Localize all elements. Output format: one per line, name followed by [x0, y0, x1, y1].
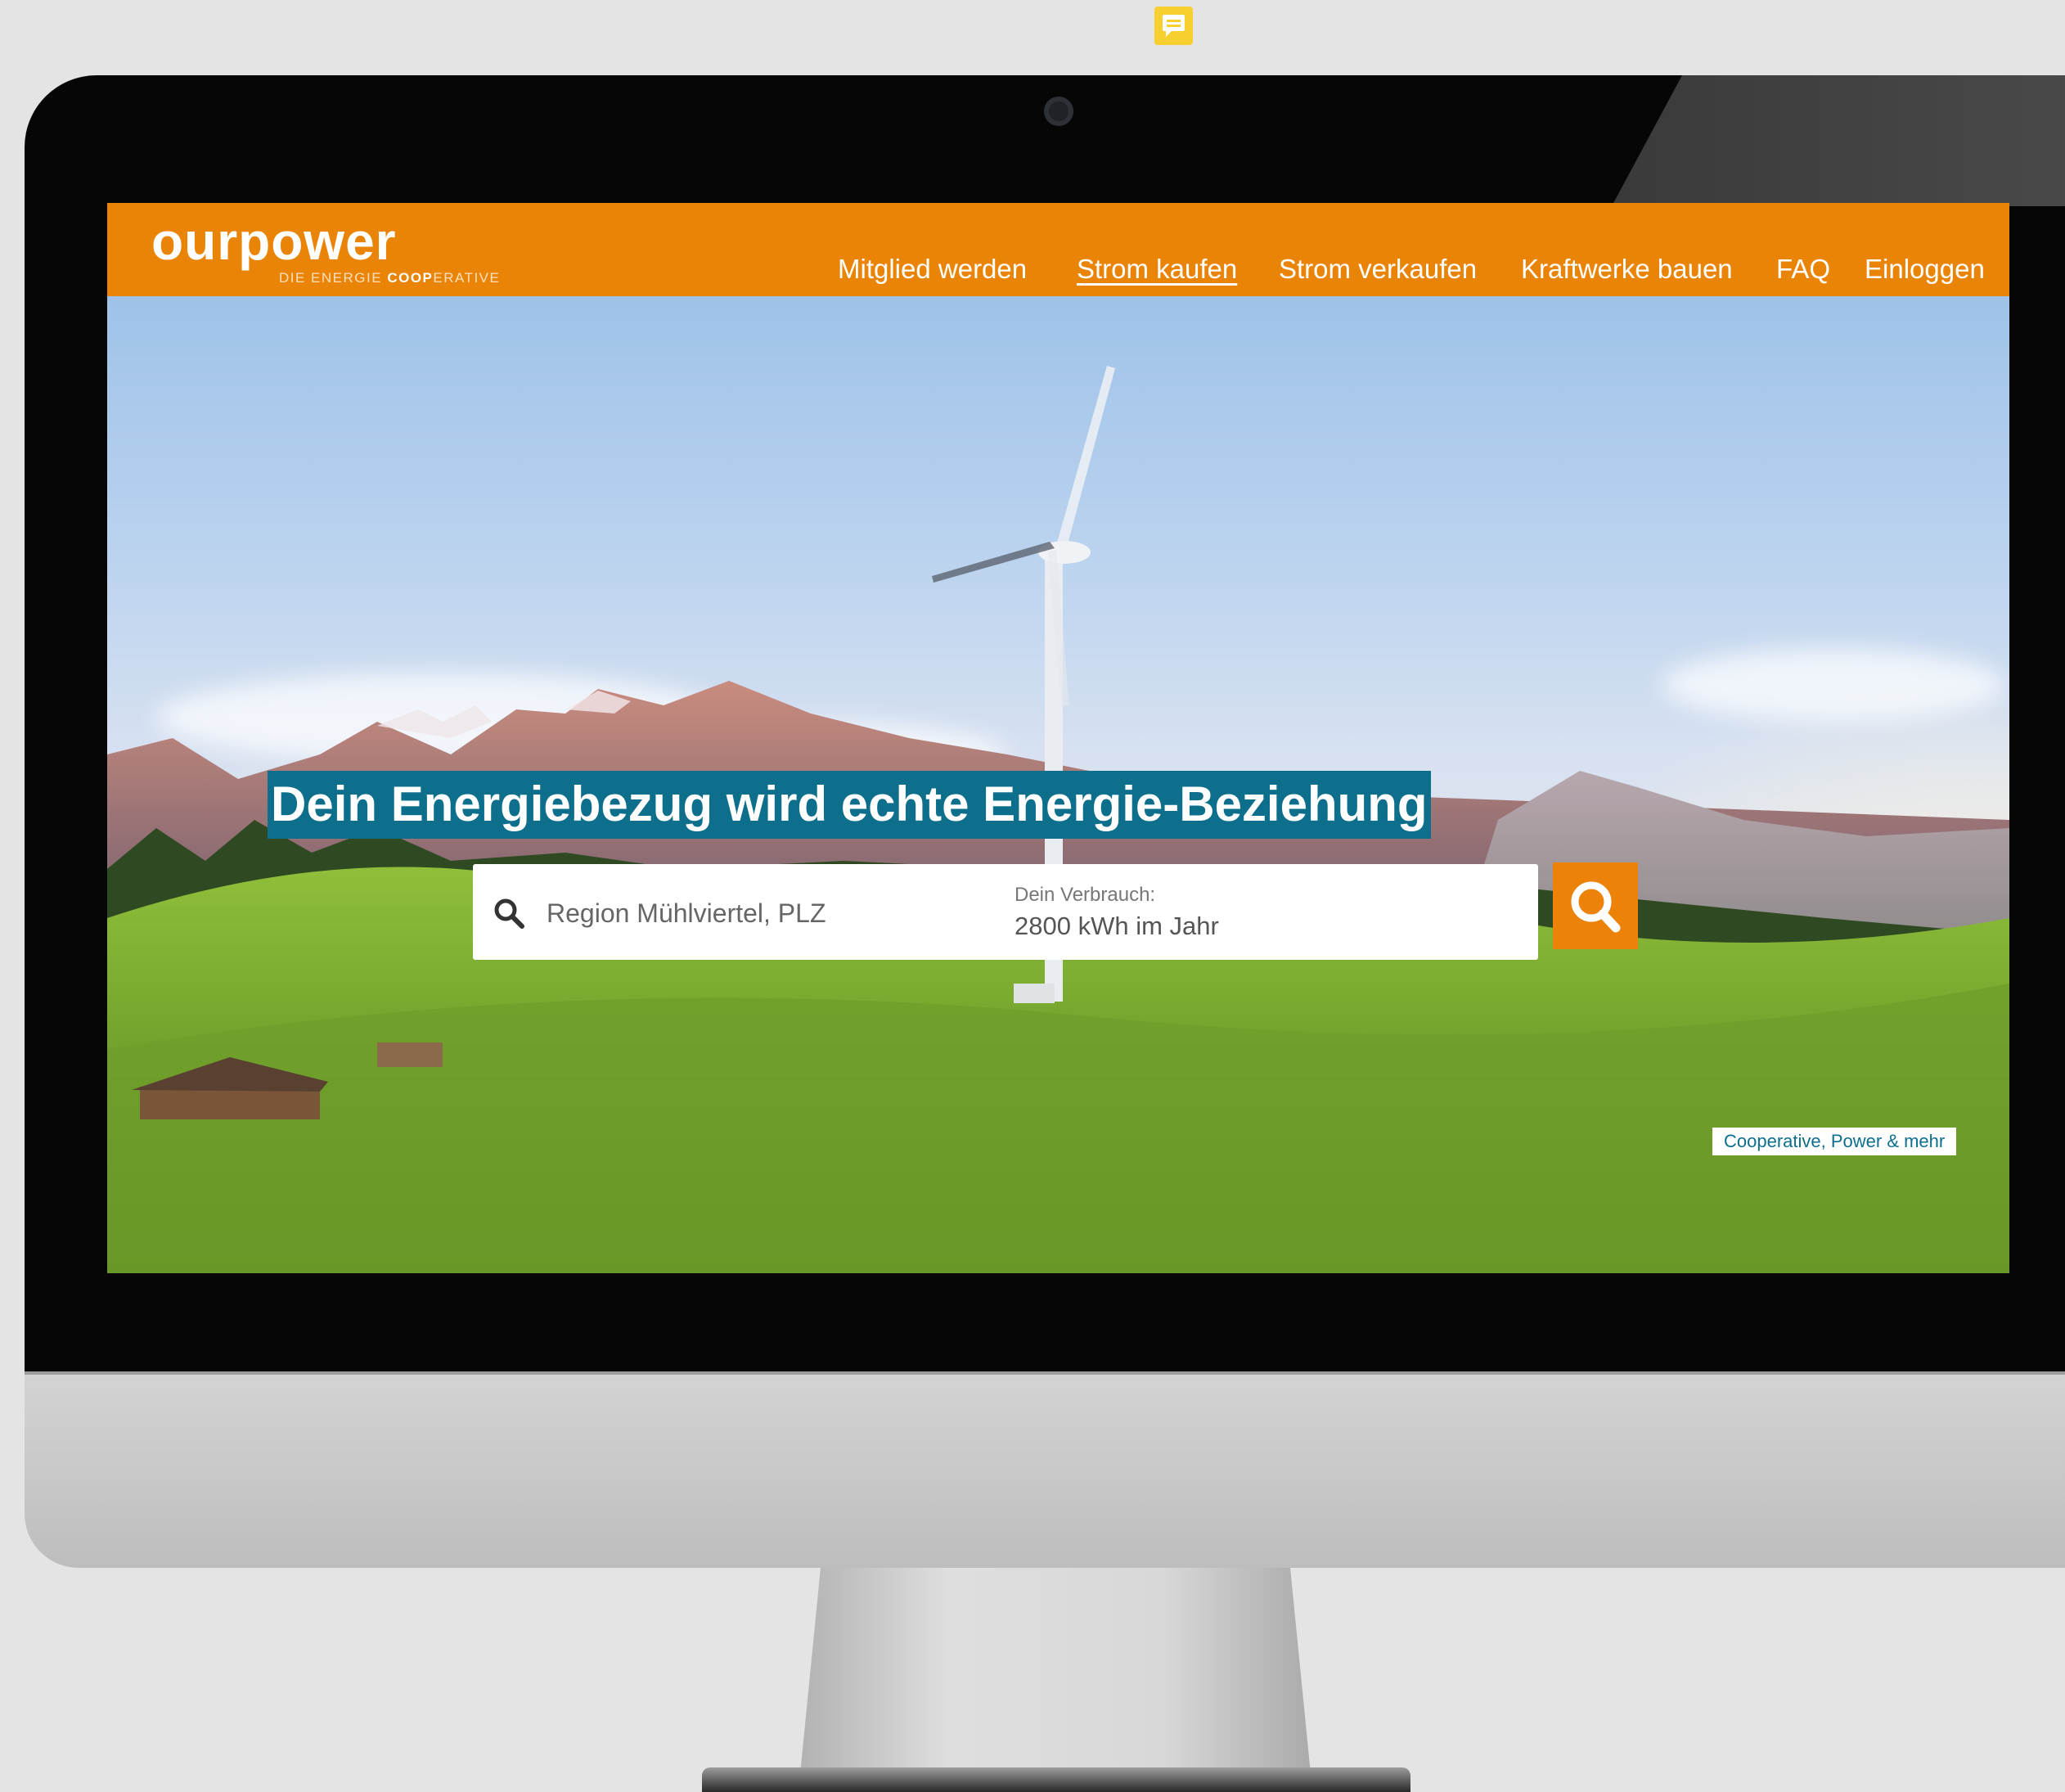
tagline-bold: COOP	[387, 270, 434, 286]
monitor-glare	[1612, 75, 2065, 206]
monitor-stand-base	[702, 1767, 1410, 1792]
logo-text: ourpower	[151, 212, 397, 271]
note-icon-tail	[1166, 31, 1172, 37]
note-icon[interactable]	[1154, 7, 1193, 45]
nav-item-mitglied-werden[interactable]: Mitglied werden	[838, 254, 1027, 285]
tagline-prefix: DIE ENERGIE	[279, 270, 388, 286]
region-search-input[interactable]	[545, 889, 990, 938]
camera-icon	[1044, 97, 1073, 126]
site-header: ourpower DIE ENERGIE COOPERATIVE Mitglie…	[107, 203, 2009, 296]
usage-value-field[interactable]: 2800 kWh im Jahr	[1015, 912, 1219, 941]
image-caption-badge: Cooperative, Power & mehr	[1712, 1128, 1957, 1155]
usage-label: Dein Verbrauch:	[1015, 884, 1156, 906]
site-logo[interactable]: ourpower	[151, 211, 397, 272]
monitor-stand	[800, 1568, 1311, 1774]
nav-item-faq[interactable]: FAQ	[1776, 254, 1830, 285]
nav-item-strom-kaufen[interactable]: Strom kaufen	[1077, 254, 1237, 285]
nav-item-kraftwerke-bauen[interactable]: Kraftwerke bauen	[1521, 254, 1733, 285]
hero-section: Dein Energiebezug wird echte Energie-Bez…	[107, 296, 2009, 1273]
tagline-suffix: ERATIVE	[433, 270, 501, 286]
monitor-chin	[25, 1375, 2065, 1568]
search-button[interactable]	[1553, 862, 1638, 949]
search-icon	[1571, 881, 1621, 933]
logo-tagline: DIE ENERGIE COOPERATIVE	[279, 270, 500, 286]
nav-item-einloggen[interactable]: Einloggen	[1865, 254, 1985, 285]
search-icon	[494, 898, 524, 929]
hero-headline: Dein Energiebezug wird echte Energie-Bez…	[268, 771, 1431, 839]
search-form: Dein Verbrauch: 2800 kWh im Jahr	[473, 864, 1538, 960]
nav-item-strom-verkaufen[interactable]: Strom verkaufen	[1279, 254, 1477, 285]
website-screen: ourpower DIE ENERGIE COOPERATIVE Mitglie…	[107, 203, 2009, 1273]
